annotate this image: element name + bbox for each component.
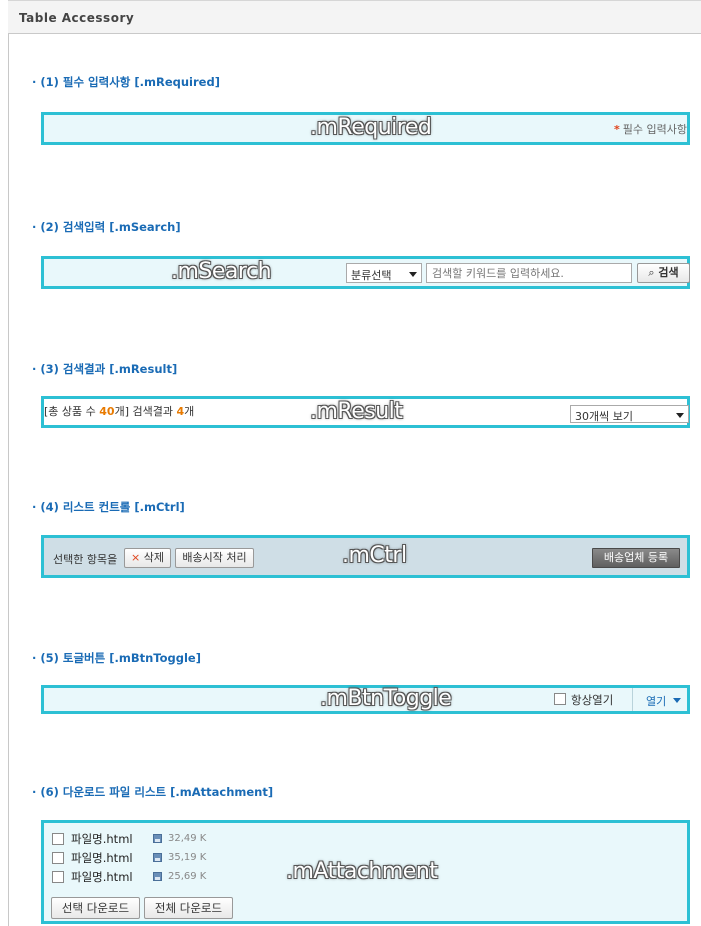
save-icon	[153, 834, 162, 843]
section-title-required: · (1) 필수 입력사항 [.mRequired]	[32, 75, 220, 89]
save-icon	[153, 853, 162, 862]
msearch-box: .mSearch 분류선택 ⌕ 검색	[41, 256, 690, 289]
search-input[interactable]	[426, 263, 632, 283]
search-icon: ⌕	[648, 266, 655, 279]
page-header: Table Accessory	[8, 0, 701, 34]
msearch-label: .mSearch	[171, 259, 272, 284]
chevron-down-icon	[673, 698, 681, 703]
register-carrier-button[interactable]: 배송업체 등록	[592, 548, 680, 568]
ctrl-label: 선택한 항목을	[53, 553, 118, 566]
mrequired-box: .mRequired * 필수 입력사항	[41, 112, 690, 145]
mattachment-label: .mAttachment	[286, 859, 438, 884]
mbtntoggle-box: .mBtnToggle 항상열기 열기	[41, 685, 690, 714]
file-name[interactable]: 파일명.html	[71, 850, 133, 866]
ship-start-button[interactable]: 배송시작 처리	[175, 548, 254, 568]
delete-button[interactable]: × 삭제	[124, 548, 171, 568]
close-icon: ×	[131, 551, 141, 564]
chevron-down-icon	[409, 272, 417, 277]
always-open-label: 항상열기	[571, 693, 614, 707]
mresult-label: .mResult	[310, 399, 403, 424]
section-title-search: · (2) 검색입력 [.mSearch]	[32, 220, 181, 234]
mattachment-box: 파일명.html 32,49 K 파일명.html 35,19 K 파일명.ht…	[41, 820, 690, 924]
search-button[interactable]: ⌕ 검색	[637, 263, 690, 283]
file-name[interactable]: 파일명.html	[71, 831, 133, 847]
per-page-select[interactable]: 30개씩 보기	[570, 405, 689, 423]
download-all-button[interactable]: 전체 다운로드	[144, 897, 233, 919]
required-note: * 필수 입력사항	[614, 123, 687, 136]
category-select[interactable]: 분류선택	[346, 263, 422, 283]
file-checkbox[interactable]	[52, 833, 64, 845]
file-checkbox[interactable]	[52, 852, 64, 864]
page-title: Table Accessory	[19, 11, 135, 25]
mctrl-box: 선택한 항목을 × 삭제 배송시작 처리 .mCtrl 배송업체 등록	[41, 535, 690, 578]
open-toggle-button[interactable]: 열기	[636, 688, 688, 711]
left-border	[8, 0, 9, 926]
save-icon	[153, 872, 162, 881]
section-title-ctrl: · (4) 리스트 컨트롤 [.mCtrl]	[32, 500, 185, 514]
mresult-box: [총 상품 수 40개] 검색결과 4개 .mResult 30개씩 보기	[41, 396, 690, 428]
mctrl-label: .mCtrl	[342, 543, 407, 568]
section-title-attachment: · (6) 다운로드 파일 리스트 [.mAttachment]	[32, 785, 274, 799]
chevron-down-icon	[676, 413, 684, 418]
download-selected-button[interactable]: 선택 다운로드	[51, 897, 140, 919]
always-open-checkbox[interactable]	[554, 693, 566, 705]
mrequired-label: .mRequired	[310, 115, 432, 140]
file-size: 25,69 K	[168, 871, 207, 882]
section-title-result: · (3) 검색결과 [.mResult]	[32, 362, 178, 376]
file-name[interactable]: 파일명.html	[71, 869, 133, 885]
file-size: 35,19 K	[168, 852, 207, 863]
divider	[632, 688, 633, 711]
file-checkbox[interactable]	[52, 871, 64, 883]
mbtntoggle-label: .mBtnToggle	[320, 686, 452, 711]
section-title-toggle: · (5) 토글버튼 [.mBtnToggle]	[32, 651, 201, 665]
result-summary: [총 상품 수 40개] 검색결과 4개	[44, 405, 195, 418]
file-size: 32,49 K	[168, 833, 207, 844]
